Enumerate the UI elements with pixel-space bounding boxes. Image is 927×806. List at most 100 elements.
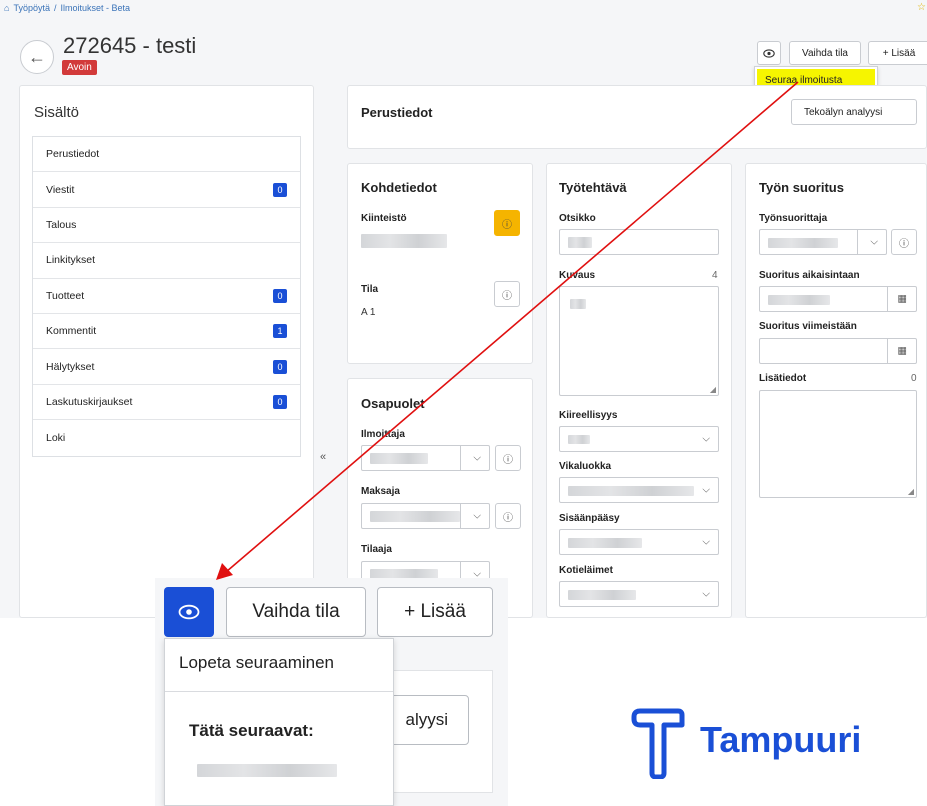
subject-label: Otsikko — [559, 213, 596, 224]
info-icon[interactable]: ⓘ — [891, 229, 917, 255]
chevron-down-icon: ⌵ — [702, 536, 710, 548]
breadcrumb-section[interactable]: Ilmoitukset - Beta — [60, 3, 130, 13]
access-select[interactable]: ⌵ — [559, 529, 719, 555]
tampuuri-logo: Tampuuri — [630, 705, 900, 780]
breadcrumb-home[interactable]: Työpöytä — [13, 3, 50, 13]
count-badge: 0 — [273, 359, 287, 374]
payer-select[interactable]: ⌵ — [361, 503, 490, 529]
chevron-down-icon: ⌵ — [702, 433, 710, 445]
urgency-label: Kiireellisyys — [559, 410, 618, 421]
sidebar-item-laskutuskirjaukset[interactable]: Laskutuskirjaukset 0 — [33, 385, 300, 421]
sidebar-item-label: Kommentit — [46, 325, 97, 338]
info-icon[interactable]: ⓘ — [494, 281, 520, 307]
ai-analysis-button[interactable]: Tekoälyn analyysi — [791, 99, 917, 125]
reporter-select[interactable]: ⌵ — [361, 445, 490, 471]
home-icon[interactable]: ⌂ — [4, 3, 9, 13]
sidebar-item-label: Laskutuskirjaukset — [46, 395, 133, 408]
sidebar-item-label: Linkitykset — [46, 254, 96, 267]
sidebar-item-label: Viestit — [46, 183, 75, 196]
zoom-change-state-button[interactable]: Vaihda tila — [226, 587, 366, 637]
chevron-down-icon: ⌵ — [473, 510, 481, 522]
sidebar-item-kommentit[interactable]: Kommentit 1 — [33, 314, 300, 350]
worker-select[interactable]: ⌵ — [759, 229, 887, 255]
chevron-down-icon: ⌵ — [870, 236, 878, 248]
follower-name — [197, 764, 337, 777]
change-state-button[interactable]: Vaihda tila — [789, 41, 861, 65]
fault-class-label: Vikaluokka — [559, 461, 612, 472]
back-button[interactable]: ← — [20, 40, 54, 74]
extra-info-label: Lisätiedot — [759, 373, 807, 384]
info-icon[interactable]: ⓘ — [495, 503, 521, 529]
sidebar-item-label: Perustiedot — [46, 148, 100, 161]
tampuuri-logo-icon — [631, 708, 685, 779]
orderer-label: Tilaaja — [361, 544, 392, 555]
unfollow-menu-item[interactable]: Lopeta seuraaminen — [179, 653, 334, 673]
description-counter: 4 — [712, 270, 718, 281]
chevron-down-icon: ⌵ — [473, 452, 481, 464]
extra-info-textarea[interactable]: ◢ — [759, 390, 917, 498]
sidebar-title: Sisältö — [34, 104, 80, 121]
follow-toggle-button[interactable] — [757, 41, 781, 65]
resize-handle[interactable]: ◢ — [710, 385, 716, 394]
reporter-label: Ilmoittaja — [361, 429, 405, 440]
zoom-follow-toggle-button[interactable] — [164, 587, 214, 637]
fault-class-select[interactable]: ⌵ — [559, 477, 719, 503]
worker-label: Työnsuorittaja — [759, 213, 828, 224]
zoom-add-button[interactable]: + Lisää — [377, 587, 493, 637]
subject-input[interactable] — [559, 229, 719, 255]
calendar-icon[interactable]: ▦ — [898, 294, 907, 305]
sidebar-item-halytykset[interactable]: Hälytykset 0 — [33, 349, 300, 385]
earliest-label: Suoritus aikaisintaan — [759, 270, 860, 281]
urgency-select[interactable]: ⌵ — [559, 426, 719, 452]
count-badge: 0 — [273, 394, 287, 409]
space-value: A 1 — [361, 307, 376, 318]
collapse-sidebar-button[interactable]: « — [320, 451, 326, 463]
target-title: Kohdetiedot — [361, 180, 437, 195]
extra-info-counter: 0 — [911, 373, 917, 384]
sidebar-item-perustiedot[interactable]: Perustiedot — [33, 137, 300, 173]
sidebar-item-tuotteet[interactable]: Tuotteet 0 — [33, 279, 300, 314]
status-badge: Avoin — [62, 60, 97, 75]
payer-label: Maksaja — [361, 486, 400, 497]
sidebar-item-label: Loki — [46, 431, 66, 444]
sidebar-item-talous[interactable]: Talous — [33, 208, 300, 244]
eye-icon — [763, 48, 775, 58]
arrow-left-icon: ← — [28, 46, 46, 67]
menu-divider — [165, 691, 393, 692]
execution-title: Työn suoritus — [759, 180, 844, 195]
calendar-icon[interactable]: ▦ — [898, 346, 907, 357]
pets-label: Kotieläimet — [559, 565, 613, 576]
property-value — [361, 234, 447, 248]
count-badge: 1 — [273, 324, 287, 339]
page-title: 272645 - testi — [63, 33, 197, 58]
count-badge: 0 — [273, 182, 287, 197]
add-button[interactable]: + Lisää — [868, 41, 927, 65]
latest-label: Suoritus viimeistään — [759, 321, 857, 332]
description-textarea[interactable]: ◢ — [559, 286, 719, 396]
space-label: Tila — [361, 284, 379, 295]
zoom-follow-menu: Lopeta seuraaminen Tätä seuraavat: — [164, 638, 394, 806]
eye-icon — [178, 604, 200, 620]
info-icon[interactable]: ⓘ — [494, 210, 520, 236]
task-title: Työtehtävä — [559, 180, 627, 195]
sidebar-nav: Perustiedot Viestit 0 Talous Linkitykset … — [32, 136, 301, 457]
count-badge: 0 — [273, 288, 287, 303]
latest-date-input[interactable]: ▦ — [759, 338, 917, 364]
sidebar-item-loki[interactable]: Loki — [33, 420, 300, 455]
sidebar-item-linkitykset[interactable]: Linkitykset — [33, 243, 300, 279]
followers-heading: Tätä seuraavat: — [189, 721, 314, 740]
resize-handle[interactable]: ◢ — [908, 487, 914, 496]
tampuuri-logo-text: Tampuuri — [700, 719, 862, 760]
sidebar-item-label: Tuotteet — [46, 289, 85, 302]
star-icon[interactable]: ☆ — [917, 2, 926, 13]
description-label: Kuvaus — [559, 270, 596, 281]
access-label: Sisäänpääsy — [559, 513, 620, 524]
info-icon[interactable]: ⓘ — [495, 445, 521, 471]
parties-title: Osapuolet — [361, 396, 425, 411]
ai-analysis-label: Tekoälyn analyysi — [804, 106, 883, 118]
sidebar-item-viestit[interactable]: Viestit 0 — [33, 172, 300, 208]
earliest-date-input[interactable]: ▦ — [759, 286, 917, 312]
breadcrumb-separator: / — [53, 3, 57, 13]
pets-select[interactable]: ⌵ — [559, 581, 719, 607]
breadcrumb: ⌂ Työpöytä / Ilmoitukset - Beta — [4, 3, 134, 13]
